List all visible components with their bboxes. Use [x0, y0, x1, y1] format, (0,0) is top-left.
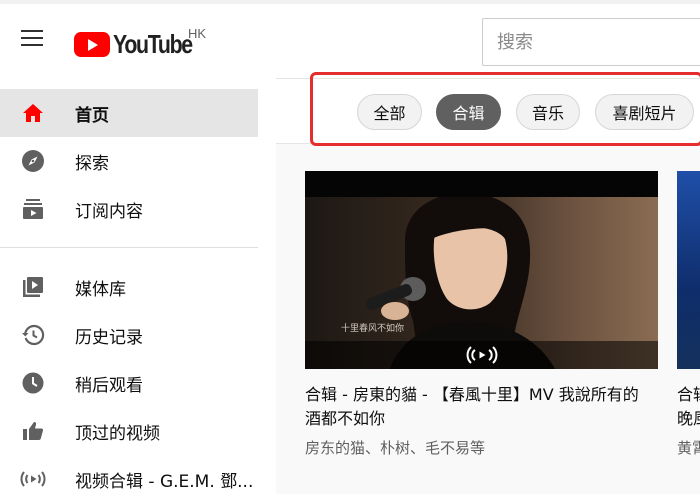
sidebar-item-history[interactable]: 历史记录: [0, 311, 258, 359]
region-code: HK: [188, 26, 207, 41]
mix-icon: [20, 467, 46, 491]
sidebar-divider: [0, 247, 258, 248]
history-icon: [20, 323, 46, 347]
subscriptions-icon: [20, 197, 46, 221]
sidebar-item-library[interactable]: 媒体库: [0, 263, 258, 311]
filter-chip-bar: 全部 合辑 音乐 喜剧短片: [276, 78, 700, 144]
video-card[interactable]: 十里春风不如你 合辑 - 房東的貓 - 【春風十里】MV 我說所有的酒都不如你 …: [305, 171, 658, 458]
sidebar-item-label: 订阅内容: [75, 201, 143, 222]
video-thumbnail[interactable]: 十里春风不如你: [305, 171, 658, 369]
sidebar-item-liked-videos[interactable]: 顶过的视频: [0, 407, 258, 455]
thumbnail-letterbox-top: [305, 171, 658, 197]
sidebar-item-mix-playlist[interactable]: 视频合辑 - G.E.M. 鄧...: [0, 455, 258, 494]
sidebar-item-label: 视频合辑 - G.E.M. 鄧...: [75, 471, 254, 492]
masthead: YouTube HK: [0, 0, 700, 78]
thumbnail-caption: 十里春风不如你: [341, 324, 405, 334]
sidebar-item-label: 媒体库: [75, 279, 126, 300]
chip-all[interactable]: 全部: [357, 94, 422, 130]
sidebar-item-label: 顶过的视频: [75, 423, 160, 444]
compass-icon: [20, 149, 46, 173]
sidebar-item-label: 历史记录: [75, 327, 143, 348]
search-box[interactable]: [482, 18, 700, 66]
top-edge: [0, 0, 700, 4]
video-title[interactable]: 合辑 - 房東的貓 - 【春風十里】MV 我說所有的酒都不如你: [305, 383, 640, 431]
mix-playlist-icon: [466, 346, 498, 364]
library-icon: [20, 275, 46, 299]
sidebar-item-label: 首页: [75, 105, 109, 126]
youtube-play-icon: [74, 31, 110, 57]
video-thumbnail[interactable]: [677, 171, 700, 369]
sidebar: 首页 探索 订阅内容 媒体库 历史记录 稍后观看 顶过的视频 视频合辑 - G.…: [0, 78, 258, 494]
sidebar-item-subscriptions[interactable]: 订阅内容: [0, 185, 258, 233]
video-channels[interactable]: 房东的猫、朴树、毛不易等: [305, 437, 658, 458]
hamburger-menu-icon[interactable]: [20, 30, 46, 54]
logo-text: YouTube: [113, 28, 193, 59]
sidebar-item-label: 探索: [75, 153, 109, 174]
video-channels[interactable]: 黄霄: [677, 437, 700, 458]
singer-illustration: [366, 192, 555, 369]
sidebar-item-watch-later[interactable]: 稍后观看: [0, 359, 258, 407]
chip-music[interactable]: 音乐: [516, 94, 580, 130]
video-card-partial[interactable]: 合辑 晚風 黄霄: [677, 171, 700, 458]
search-input[interactable]: [483, 19, 700, 65]
watch-later-icon: [20, 371, 46, 395]
home-icon: [20, 101, 46, 125]
sidebar-item-label: 稍后观看: [75, 375, 143, 396]
chip-mixes[interactable]: 合辑: [436, 94, 501, 130]
sidebar-item-home[interactable]: 首页: [0, 89, 258, 137]
sidebar-item-explore[interactable]: 探索: [0, 137, 258, 185]
chip-comedy-shorts[interactable]: 喜剧短片: [595, 94, 694, 130]
video-title[interactable]: 合辑 晚風: [677, 383, 700, 431]
thumbs-up-icon: [20, 419, 46, 443]
